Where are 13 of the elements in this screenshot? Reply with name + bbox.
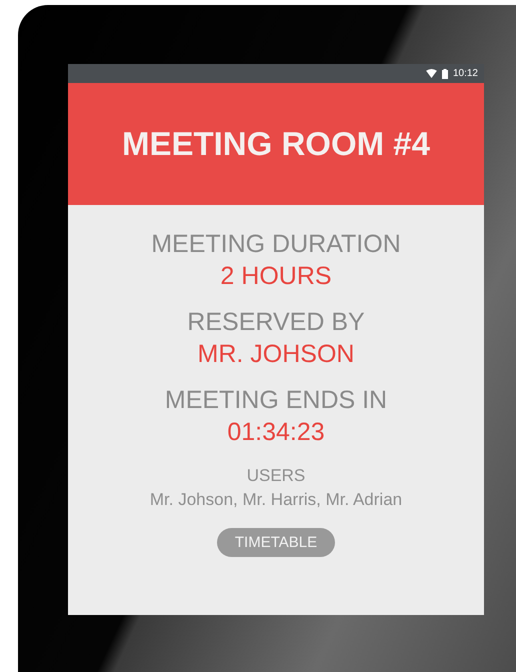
detail-value: 2 HOURS — [220, 261, 332, 292]
battery-icon — [442, 68, 448, 78]
wifi-icon — [426, 69, 437, 78]
detail-value: 01:34:23 — [227, 417, 325, 448]
users-list: Mr. Johson, Mr. Harris, Mr. Adrian — [150, 488, 402, 512]
timetable-button[interactable]: TIMETABLE — [216, 528, 336, 557]
detail-label: MEETING ENDS IN — [164, 385, 388, 416]
status-time: 10:12 — [452, 68, 478, 79]
users-label: USERS — [246, 465, 306, 487]
detail-label: MEETING DURATION — [151, 229, 401, 260]
detail-value: MR. JOHSON — [198, 339, 354, 370]
room-title: MEETING ROOM #4 — [122, 125, 430, 163]
detail-label: RESERVED BY — [187, 307, 365, 338]
